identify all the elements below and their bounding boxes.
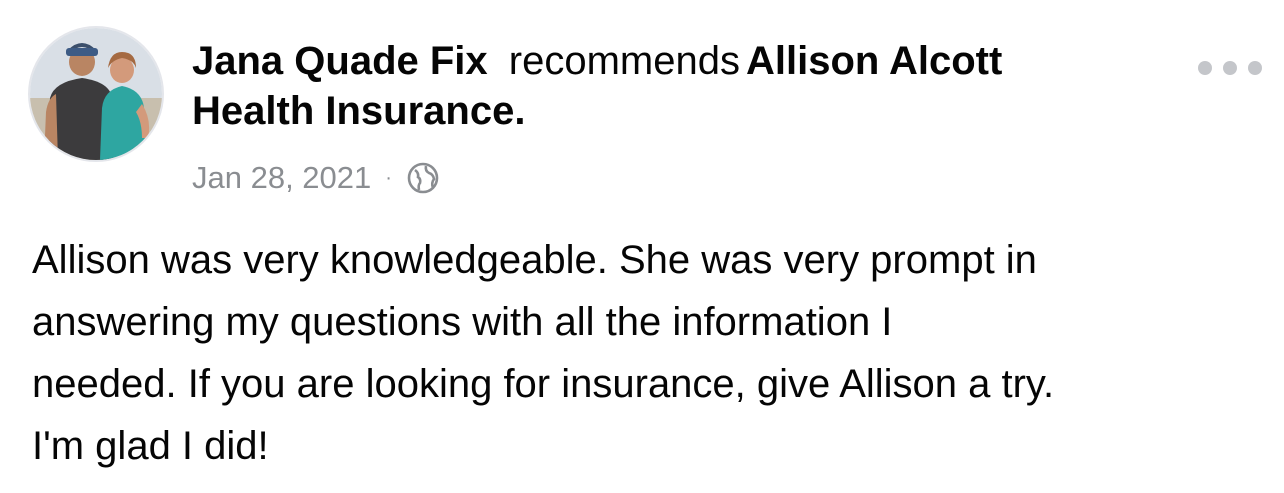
recommendation-action: recommends <box>508 39 740 83</box>
post-meta: Jan 28, 2021 · <box>192 156 440 200</box>
recommendation-post: Jana Quade Fix recommends Allison Alcott … <box>0 0 1284 493</box>
globe-icon[interactable] <box>406 161 440 195</box>
meta-separator: · <box>385 166 392 189</box>
avatar-photo-icon <box>30 28 162 160</box>
more-dot-icon <box>1248 61 1262 75</box>
more-dot-icon <box>1198 61 1212 75</box>
more-dot-icon <box>1223 61 1237 75</box>
post-text: Allison was very knowledgeable. She was … <box>32 238 1055 468</box>
recommended-page-name-cont[interactable]: Health Insurance. <box>192 89 525 133</box>
post-date[interactable]: Jan 28, 2021 <box>192 160 371 196</box>
author-avatar[interactable] <box>28 26 164 162</box>
more-options-button[interactable] <box>1198 50 1262 86</box>
recommended-page-name[interactable]: Allison Alcott <box>746 39 1002 83</box>
post-header: Jana Quade Fix recommends Allison Alcott … <box>192 36 1172 136</box>
author-name[interactable]: Jana Quade Fix <box>192 39 488 83</box>
